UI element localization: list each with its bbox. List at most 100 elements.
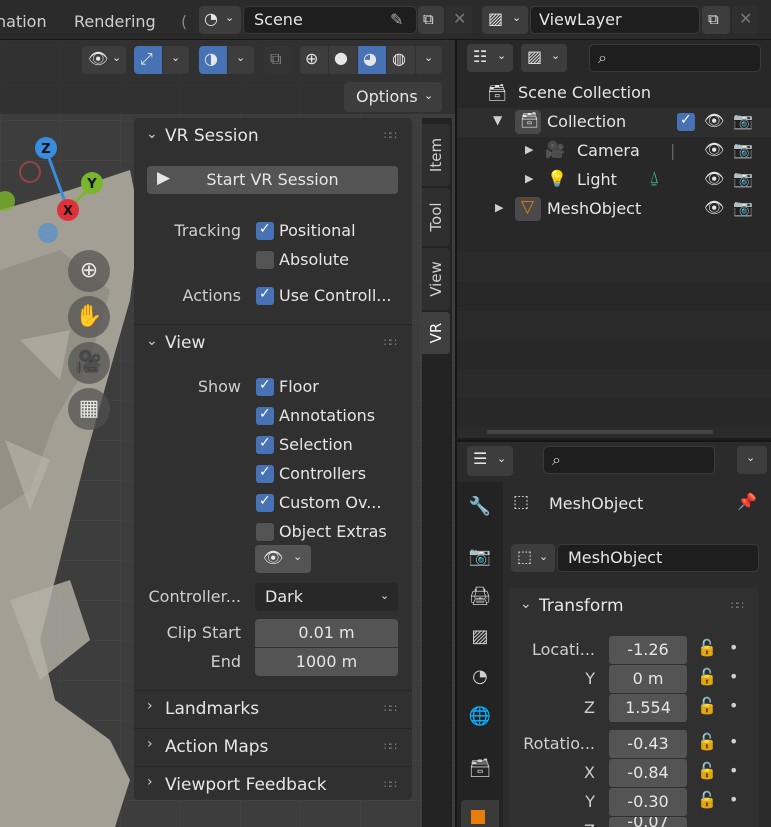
tab-vr[interactable]: VR bbox=[422, 312, 450, 354]
drag-handle-icon[interactable]: ∷∷ bbox=[384, 129, 397, 142]
render-camera-icon[interactable]: 📷 bbox=[733, 140, 753, 159]
output-settings-icon[interactable]: 🖨 bbox=[467, 586, 493, 612]
tool-settings-icon[interactable]: 🔧 bbox=[467, 496, 493, 522]
shading-solid-button[interactable]: ● bbox=[329, 46, 357, 74]
shading-rendered-button[interactable]: ◍ bbox=[387, 46, 415, 74]
eye-icon[interactable]: 👁 bbox=[704, 140, 724, 159]
keyframe-dot-icon[interactable]: • bbox=[729, 790, 738, 809]
new-view-layer-button[interactable]: ⧉ bbox=[702, 6, 730, 34]
scene-name-field[interactable]: Scene ✎ bbox=[243, 6, 417, 34]
keyframe-dot-icon[interactable]: • bbox=[729, 696, 738, 715]
shading-wireframe-button[interactable]: ⊕ bbox=[300, 46, 328, 74]
outliner-row-scene-collection[interactable]: 🗃 Scene Collection bbox=[457, 79, 771, 108]
navigation-gizmo[interactable]: Z Y X bbox=[0, 135, 120, 245]
pin-icon[interactable]: 📌 bbox=[737, 492, 757, 511]
properties-options-dropdown[interactable]: ⌄ bbox=[737, 446, 767, 474]
location-x-field[interactable]: -1.26 bbox=[609, 636, 687, 664]
pan-hand-icon[interactable]: ✋ bbox=[68, 296, 110, 338]
start-vr-session-button[interactable]: ▶ Start VR Session bbox=[147, 166, 398, 194]
keyframe-dot-icon[interactable]: • bbox=[729, 732, 738, 751]
shading-menu-button[interactable]: ⌄ bbox=[416, 46, 442, 74]
location-z-field[interactable]: 1.554 bbox=[609, 694, 687, 722]
rotation-w-field[interactable]: -0.43 bbox=[609, 730, 687, 758]
use-controllers-checkbox[interactable] bbox=[256, 286, 274, 305]
lock-icon[interactable]: 🔓 bbox=[697, 667, 717, 686]
editor-type-dropdown[interactable]: ☰ ⌄ bbox=[467, 446, 513, 476]
drag-handle-icon[interactable]: ∷∷ bbox=[384, 336, 397, 349]
properties-search-input[interactable]: ⌕ bbox=[543, 446, 715, 474]
controller-draw-style-dropdown[interactable]: Dark ⌄ bbox=[255, 583, 398, 611]
camera-view-icon[interactable]: 🎥 bbox=[68, 342, 110, 384]
location-y-field[interactable]: 0 m bbox=[609, 665, 687, 693]
lock-icon[interactable]: 🔓 bbox=[697, 696, 717, 715]
annotations-checkbox[interactable] bbox=[256, 406, 274, 425]
action-maps-panel-header[interactable]: › Action Maps ∷∷ bbox=[134, 728, 412, 764]
overlay-menu-button[interactable]: ⌄ bbox=[228, 46, 254, 74]
light-data-icon[interactable]: ⍙ bbox=[649, 168, 659, 188]
horizontal-scrollbar[interactable] bbox=[487, 430, 713, 434]
drag-handle-icon[interactable]: ∷∷ bbox=[731, 599, 744, 612]
scene-browse-button[interactable]: ◔ ⌄ bbox=[199, 6, 241, 34]
render-settings-icon[interactable]: 📷 bbox=[467, 546, 493, 572]
vr-session-panel-header[interactable]: ⌄ VR Session ∷∷ bbox=[134, 118, 412, 154]
drag-handle-icon[interactable]: ∷∷ bbox=[384, 702, 397, 715]
positional-checkbox[interactable] bbox=[256, 221, 274, 240]
options-dropdown[interactable]: Options ⌄ bbox=[344, 82, 442, 112]
clip-end-field[interactable]: 1000 m bbox=[255, 648, 398, 676]
expand-down-icon[interactable]: ▼ bbox=[493, 113, 502, 127]
object-extras-checkbox[interactable] bbox=[256, 523, 274, 541]
exclude-checkbox[interactable] bbox=[677, 112, 695, 131]
expand-right-icon[interactable]: ▶ bbox=[525, 143, 533, 156]
shading-material-button[interactable]: ◕ bbox=[358, 46, 386, 74]
delete-view-layer-button[interactable]: ✕ bbox=[732, 6, 758, 34]
floor-checkbox[interactable] bbox=[256, 377, 274, 396]
tab-view[interactable]: View bbox=[422, 248, 450, 310]
render-camera-icon[interactable]: 📷 bbox=[733, 169, 753, 188]
view-layer-name-field[interactable]: ViewLayer bbox=[530, 6, 700, 34]
collection-settings-icon[interactable]: 🗃 bbox=[467, 758, 493, 784]
lock-icon[interactable]: 🔓 bbox=[697, 638, 717, 657]
tab-item[interactable]: Item bbox=[422, 124, 450, 186]
lock-icon[interactable]: 🔓 bbox=[697, 790, 717, 809]
gizmo-toggle-button[interactable]: ⤢ bbox=[134, 46, 162, 74]
expand-right-icon[interactable]: ▶ bbox=[525, 172, 533, 185]
object-type-visibility-dropdown[interactable]: 👁 ⌄ bbox=[255, 545, 311, 573]
absolute-checkbox[interactable] bbox=[256, 251, 274, 269]
tab-rendering[interactable]: Rendering bbox=[74, 12, 156, 31]
custom-overlays-checkbox[interactable] bbox=[256, 493, 274, 512]
filter-dropdown[interactable]: ▨ ⌄ bbox=[521, 44, 567, 72]
outliner-row-light[interactable]: ▶ 💡 Light ⍙ 👁 📷 bbox=[457, 166, 771, 195]
keyframe-dot-icon[interactable]: • bbox=[729, 761, 738, 780]
zoom-icon[interactable]: ⊕ bbox=[68, 250, 110, 292]
world-settings-icon[interactable]: 🌐 bbox=[467, 706, 493, 732]
visibility-menu-button[interactable]: 👁 ⌄ bbox=[82, 46, 126, 74]
outliner-row-mesh-object[interactable]: ▶ ▽ MeshObject 👁 📷 bbox=[457, 195, 771, 224]
transform-panel-header[interactable]: ⌄ Transform ∷∷ bbox=[509, 588, 759, 624]
tab-tool[interactable]: Tool bbox=[422, 188, 450, 246]
delete-scene-button[interactable]: ✕ bbox=[446, 6, 472, 34]
outliner-row-camera[interactable]: ▶ 🎥 Camera | 👁 📷 bbox=[457, 137, 771, 166]
view-panel-header[interactable]: ⌄ View ∷∷ bbox=[134, 324, 412, 360]
keyframe-dot-icon[interactable]: • bbox=[729, 638, 738, 657]
view-layer-settings-icon[interactable]: ▨ bbox=[467, 626, 493, 652]
object-name-field[interactable]: MeshObject bbox=[557, 544, 759, 572]
overlay-toggle-button[interactable]: ◑ bbox=[199, 46, 227, 74]
pin-icon[interactable]: ✎ bbox=[390, 10, 403, 29]
eye-icon[interactable]: 👁 bbox=[704, 198, 724, 217]
rotation-z-field[interactable]: -0.07 bbox=[609, 817, 687, 827]
xray-toggle-button[interactable]: ⧉ bbox=[264, 46, 292, 74]
lock-icon[interactable]: 🔓 bbox=[697, 732, 717, 751]
keyframe-dot-icon[interactable]: • bbox=[729, 667, 738, 686]
outliner-row-collection[interactable]: ▼ 🗃 Collection 👁 📷 bbox=[457, 108, 771, 137]
rotation-x-field[interactable]: -0.84 bbox=[609, 759, 687, 787]
clip-start-field[interactable]: 0.01 m bbox=[255, 619, 398, 647]
render-camera-icon[interactable]: 📷 bbox=[733, 198, 753, 217]
tab-partial[interactable]: ( bbox=[181, 12, 187, 31]
rotation-y-field[interactable]: -0.30 bbox=[609, 788, 687, 816]
tab-animation[interactable]: nation bbox=[0, 12, 47, 31]
gizmo-menu-button[interactable]: ⌄ bbox=[163, 46, 189, 74]
object-properties-tab[interactable] bbox=[461, 800, 499, 827]
outliner-search-input[interactable]: ⌕ bbox=[589, 44, 761, 72]
drag-handle-icon[interactable]: ∷∷ bbox=[384, 740, 397, 753]
landmarks-panel-header[interactable]: › Landmarks ∷∷ bbox=[134, 690, 412, 726]
